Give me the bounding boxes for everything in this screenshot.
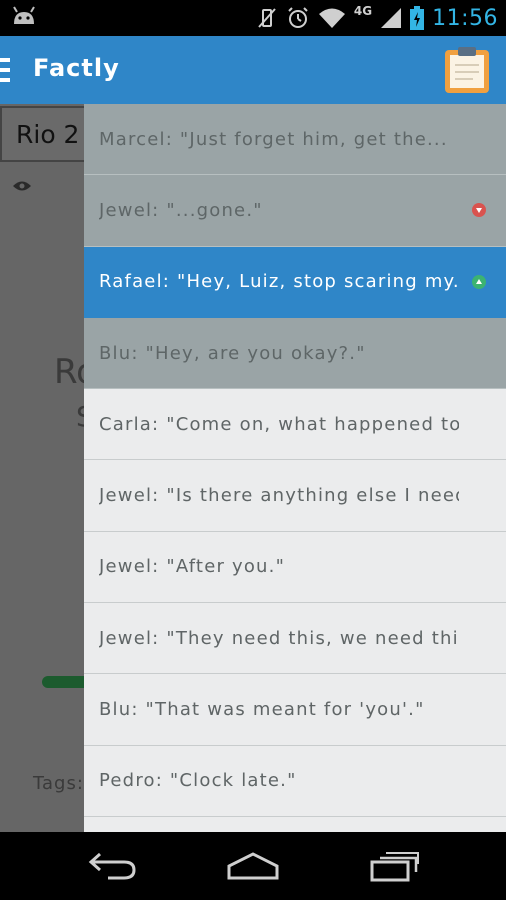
home-icon[interactable] [226, 850, 280, 882]
recent-apps-icon[interactable] [370, 850, 420, 882]
clipboard-icon[interactable] [444, 46, 490, 94]
back-icon[interactable] [88, 850, 136, 882]
quote-list-item[interactable]: Jewel: "Is there anything else I need... [84, 460, 506, 532]
vibrate-off-icon [258, 8, 276, 28]
quote-text: Jewel: "After you." [99, 556, 286, 578]
battery-icon [410, 6, 425, 30]
eye-icon [13, 181, 31, 191]
signal-icon [381, 8, 402, 28]
action-bar: Factly [0, 36, 506, 104]
quote-list-item[interactable]: Marcel: "Just forget him, get the... [84, 104, 506, 176]
quote-list-item[interactable]: Blu: "That was meant for 'you'." [84, 674, 506, 746]
quote-text: Jewel: "...gone." [99, 199, 263, 221]
quote-text: Jewel: "Is there anything else I need... [99, 485, 459, 507]
status-clock: 11:56 [432, 5, 498, 31]
upvote-icon[interactable] [472, 274, 486, 289]
wifi-icon [318, 8, 345, 28]
navigation-bar [0, 832, 506, 900]
quote-list-item[interactable]: Pedro: "Clock late." [84, 746, 506, 817]
alarm-icon [288, 7, 308, 28]
movie-tab-label: Rio 2 [16, 120, 80, 149]
quote-text: Rafael: "Hey, Luiz, stop scaring my... [99, 271, 459, 293]
quote-text: Marcel: "Just forget him, get the... [99, 128, 448, 150]
quote-list-item[interactable]: Rafael: "Hey, Luiz, stop scaring my... [84, 246, 506, 318]
drawer-toggle-icon[interactable] [0, 58, 10, 82]
app-title[interactable]: Factly [33, 54, 120, 82]
quote-text: Blu: "Hey, are you okay?." [99, 342, 366, 364]
quote-list-item[interactable]: Jewel: "...gone." [84, 175, 506, 247]
quote-text: Pedro: "Clock late." [99, 770, 297, 792]
quote-text: Jewel: "They need this, we need thi... [99, 627, 459, 649]
android-notification-icon [13, 6, 35, 24]
quote-drawer: Marcel: "Just forget him, get the... Jewe… [84, 104, 506, 832]
network-type-label: 4G [353, 4, 373, 18]
movie-tab: Rio 2 [0, 106, 86, 162]
quote-list-item[interactable]: Carla: "Come on, what happened to... [84, 389, 506, 461]
quote-text: Blu: "That was meant for 'you'." [99, 699, 425, 721]
downvote-icon[interactable] [472, 203, 486, 218]
tags-label: Tags: [33, 773, 84, 794]
status-bar: 4G 11:56 [0, 0, 506, 36]
quote-list-item[interactable]: Jewel: "After you." [84, 532, 506, 604]
quote-list-item[interactable]: Blu: "Hey, are you okay?." [84, 317, 506, 390]
quote-list-item[interactable]: Jewel: "They need this, we need thi... [84, 603, 506, 675]
quote-text: Carla: "Come on, what happened to... [99, 413, 459, 435]
